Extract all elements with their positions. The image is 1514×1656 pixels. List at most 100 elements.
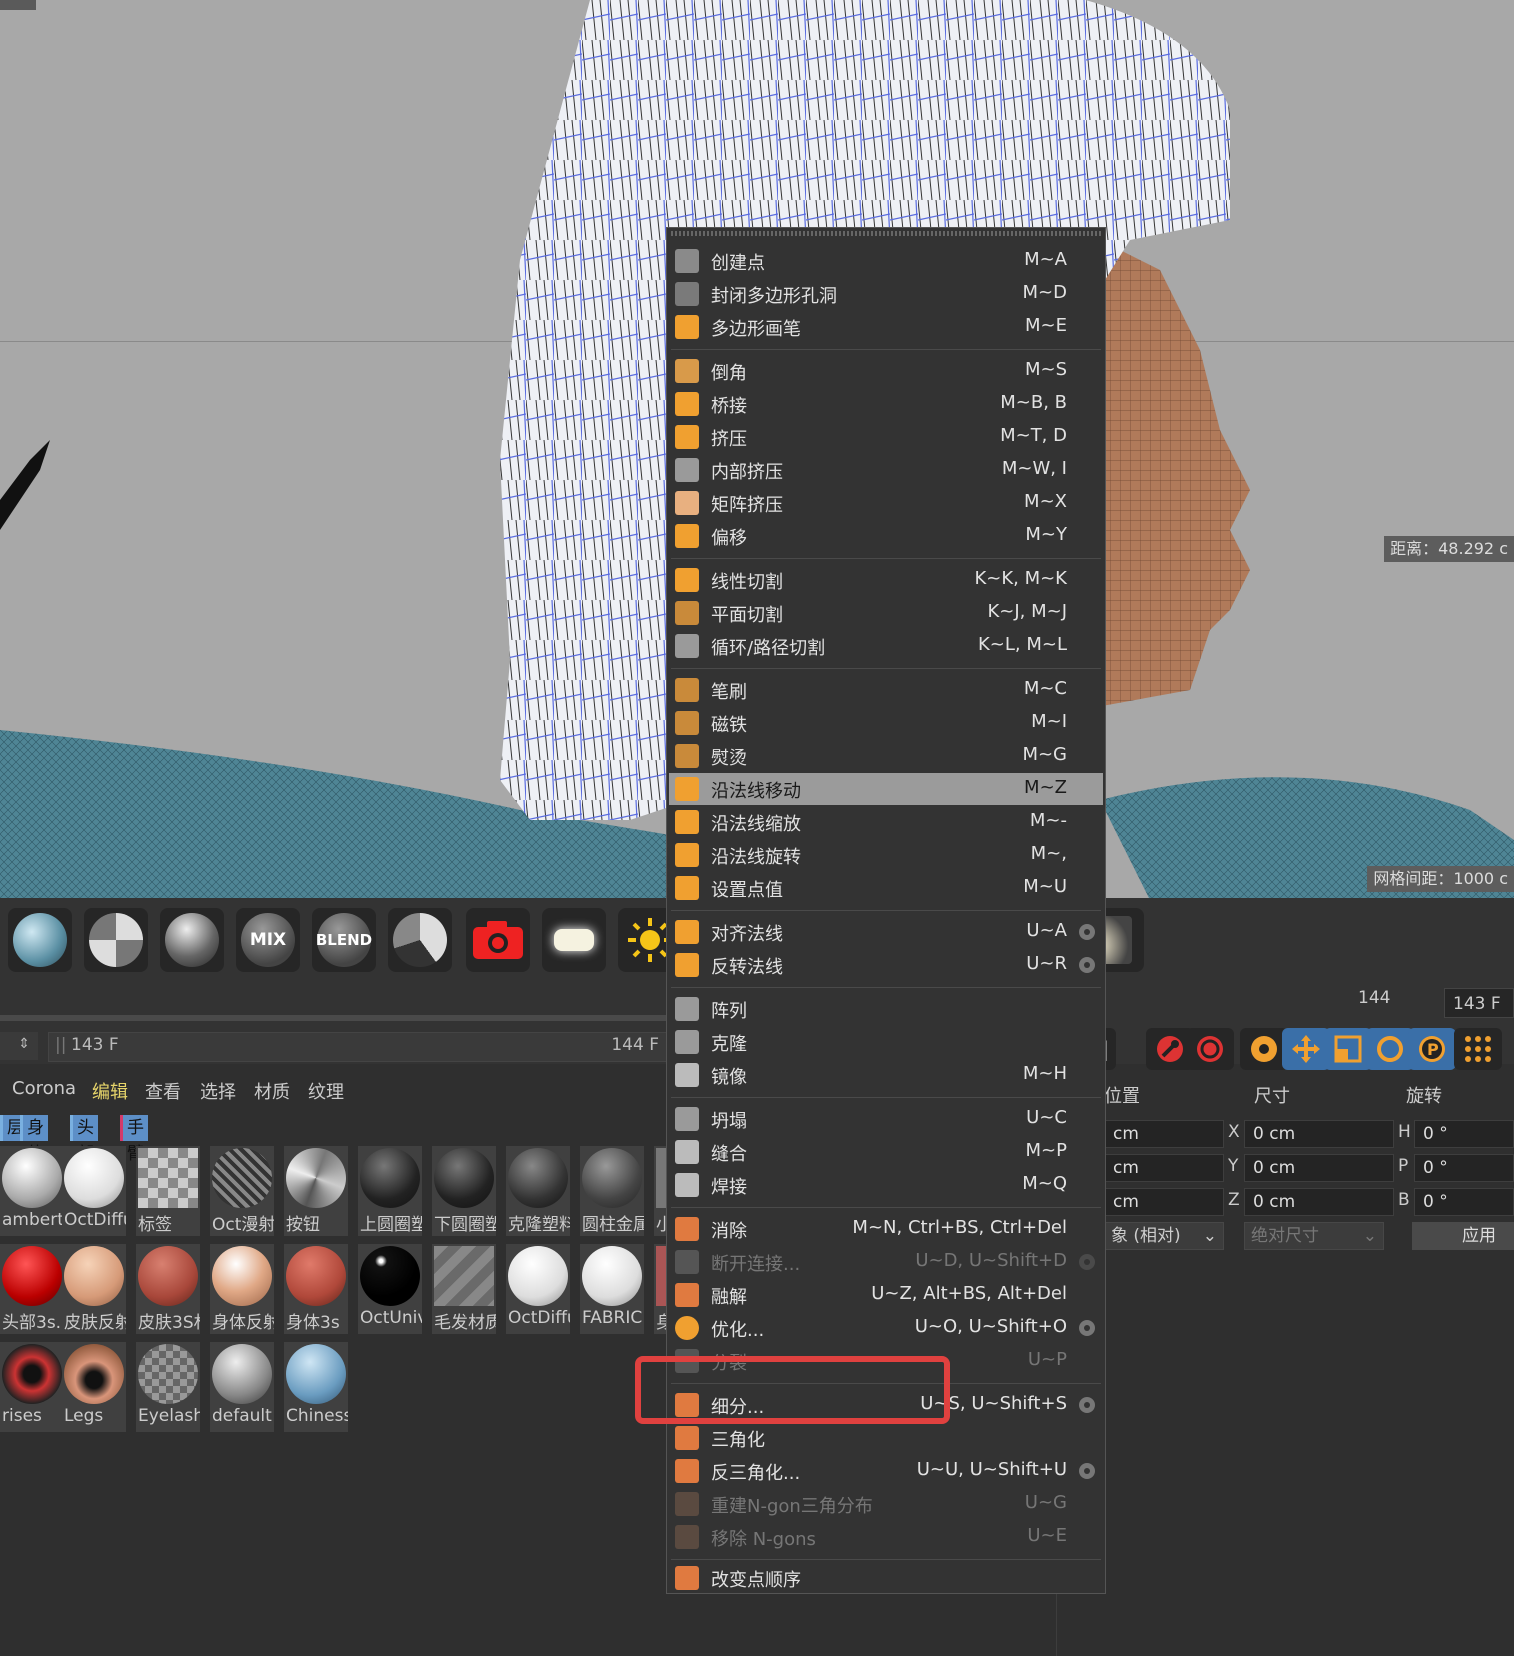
move-key-button[interactable] — [1282, 1028, 1330, 1070]
material-swatch[interactable]: 皮肤反射 — [62, 1244, 126, 1334]
material-swatch[interactable]: 毛发材质 — [432, 1244, 496, 1334]
menu-item-set-point-value[interactable]: 设置点值 M~U — [669, 872, 1103, 904]
current-frame-field[interactable]: 143 F — [1444, 988, 1514, 1018]
menu-item-normal-scale[interactable]: 沿法线缩放 M~- — [669, 806, 1103, 838]
menu-item-change-point-order[interactable]: 改变点顺序 — [669, 1562, 1103, 1594]
menu-item-polygon-pen[interactable]: 多边形画笔 M~E — [669, 311, 1103, 343]
rotation-p-field[interactable]: 0 ° — [1414, 1154, 1514, 1182]
menu-edit[interactable]: 编辑 — [92, 1078, 128, 1104]
menu-item-dissolve[interactable]: 消除 M~N, Ctrl+BS, Ctrl+Del — [669, 1213, 1103, 1245]
menu-item-matrix-extrude[interactable]: 矩阵挤压 M~X — [669, 487, 1103, 519]
point-level-button[interactable] — [1454, 1028, 1502, 1070]
menu-item-mirror[interactable]: 镜像 M~H — [669, 1059, 1103, 1091]
gear-icon[interactable] — [1077, 1395, 1097, 1415]
size-y-field[interactable]: 0 cm — [1244, 1154, 1394, 1182]
menu-texture[interactable]: 纹理 — [308, 1078, 344, 1104]
mix-material-button[interactable]: MIX — [236, 908, 300, 972]
gear-icon[interactable] — [1077, 922, 1097, 942]
material-swatch[interactable]: 头部3s.1 — [0, 1244, 64, 1334]
material-swatch[interactable]: 克隆塑料 — [506, 1146, 570, 1236]
menu-item-clone[interactable]: 克隆 — [669, 1026, 1103, 1058]
menu-item-close-polygon-hole[interactable]: 封闭多边形孔洞 M~D — [669, 278, 1103, 310]
material-swatch[interactable]: default — [210, 1342, 274, 1432]
menu-item-extrude-inner[interactable]: 内部挤压 M~W, I — [669, 454, 1103, 486]
menu-item-align-normals[interactable]: 对齐法线 U~A — [669, 916, 1103, 948]
material-swatch[interactable]: 皮肤3S材 — [136, 1244, 200, 1334]
material-swatch[interactable]: ambert — [0, 1146, 64, 1236]
material-swatch[interactable]: 标签 — [136, 1146, 200, 1236]
material-swatch[interactable]: OctDiffu — [62, 1146, 126, 1236]
menu-item-bevel[interactable]: 倒角 M~S — [669, 355, 1103, 387]
blend-material-button[interactable]: BLEND — [312, 908, 376, 972]
material-swatch[interactable]: 按钮 — [284, 1146, 348, 1236]
keyframe-settings-button[interactable] — [1240, 1028, 1288, 1070]
checker-material-button[interactable] — [84, 908, 148, 972]
gear-icon[interactable] — [1077, 1252, 1097, 1272]
menu-item-offset[interactable]: 偏移 M~Y — [669, 520, 1103, 552]
material-swatch[interactable]: Legs — [62, 1342, 126, 1432]
menu-item-line-cut[interactable]: 线性切割 K~K, M~K — [669, 564, 1103, 596]
material-swatch[interactable]: rises — [0, 1342, 64, 1432]
menu-item-brush[interactable]: 笔刷 M~C — [669, 674, 1103, 706]
gear-icon[interactable] — [1077, 1318, 1097, 1338]
material-swatch[interactable]: 下圆圈塑 — [432, 1146, 496, 1236]
material-swatch[interactable]: Oct漫射 — [210, 1146, 274, 1236]
menu-corona[interactable]: Corona — [12, 1078, 76, 1099]
material-swatch[interactable]: OctUniv — [358, 1244, 422, 1334]
glass-material-button[interactable] — [8, 908, 72, 972]
material-swatch[interactable]: Eyelashe — [136, 1342, 200, 1432]
rotation-h-field[interactable]: 0 ° — [1414, 1120, 1514, 1148]
camera-button[interactable] — [466, 908, 530, 972]
menu-item-reverse-normals[interactable]: 反转法线 U~R — [669, 949, 1103, 981]
menu-item-remove-ngons[interactable]: 移除 N-gons U~E — [669, 1521, 1103, 1553]
menu-item-untriangulate[interactable]: 反三角化... U~U, U~Shift+U — [669, 1455, 1103, 1487]
position-y-field[interactable]: cm — [1104, 1154, 1224, 1182]
layered-material-button[interactable] — [388, 908, 452, 972]
menu-item-disconnect[interactable]: 断开连接... U~D, U~Shift+D — [669, 1246, 1103, 1278]
menu-item-retriangulate-ngons[interactable]: 重建N-gon三角分布 U~G — [669, 1488, 1103, 1520]
layer-tab[interactable]: 身体 — [20, 1115, 48, 1164]
material-swatch[interactable]: 身体反射 — [210, 1244, 274, 1334]
rotation-b-field[interactable]: 0 ° — [1414, 1188, 1514, 1216]
menu-item-normal-rotate[interactable]: 沿法线旋转 M~, — [669, 839, 1103, 871]
coordinate-mode-dropdown[interactable]: 象 (相对) ⌄ — [1104, 1222, 1224, 1250]
material-swatch[interactable]: 上圆圈塑 — [358, 1146, 422, 1236]
menu-item-extrude[interactable]: 挤压 M~T, D — [669, 421, 1103, 453]
menu-tearoff-grip[interactable] — [671, 231, 1101, 236]
menu-item-stitch[interactable]: 缝合 M~P — [669, 1136, 1103, 1168]
material-swatch[interactable]: OctDiffu — [506, 1244, 570, 1334]
size-z-field[interactable]: 0 cm — [1244, 1188, 1394, 1216]
menu-item-array[interactable]: 阵列 — [669, 993, 1103, 1025]
menu-item-triangulate[interactable]: 三角化 — [669, 1422, 1103, 1454]
menu-item-create-point[interactable]: 创建点 M~A — [669, 245, 1103, 277]
menu-item-plane-cut[interactable]: 平面切割 K~J, M~J — [669, 597, 1103, 629]
material-swatch[interactable]: Chiness — [284, 1342, 348, 1432]
menu-item-collapse[interactable]: 坍塌 U~C — [669, 1103, 1103, 1135]
menu-item-loop-path-cut[interactable]: 循环/路径切割 K~L, M~L — [669, 630, 1103, 662]
position-x-field[interactable]: cm — [1104, 1120, 1224, 1148]
menu-item-melt[interactable]: 融解 U~Z, Alt+BS, Alt+Del — [669, 1279, 1103, 1311]
menu-select[interactable]: 选择 — [200, 1078, 236, 1104]
timeline-track[interactable] — [0, 1015, 670, 1021]
param-key-button[interactable]: P — [1408, 1028, 1456, 1070]
menu-item-optimize[interactable]: 优化... U~O, U~Shift+O — [669, 1312, 1103, 1344]
frame-range-bar[interactable]: || 143 F 144 F — [48, 1032, 670, 1062]
scale-key-button[interactable] — [1324, 1028, 1372, 1070]
gear-icon[interactable] — [1077, 1461, 1097, 1481]
apply-button[interactable]: 应用 — [1412, 1222, 1514, 1250]
chrome-material-button[interactable] — [160, 908, 224, 972]
menu-item-magnet[interactable]: 磁铁 M~I — [669, 707, 1103, 739]
menu-material[interactable]: 材质 — [254, 1078, 290, 1104]
layer-tab[interactable]: 头部 — [70, 1115, 98, 1164]
layer-tab[interactable]: 手臂 — [120, 1115, 148, 1164]
rotate-key-button[interactable] — [1366, 1028, 1414, 1070]
material-swatch[interactable]: 圆柱金属 — [580, 1146, 644, 1236]
area-light-button[interactable] — [542, 908, 606, 972]
menu-item-normal-move[interactable]: 沿法线移动 M~Z — [669, 773, 1103, 805]
gear-icon[interactable] — [1077, 955, 1097, 975]
menu-item-weld[interactable]: 焊接 M~Q — [669, 1169, 1103, 1201]
material-swatch[interactable]: 身体3s — [284, 1244, 348, 1334]
size-mode-dropdown[interactable]: 绝对尺寸 ⌄ — [1244, 1222, 1384, 1250]
frame-spinner[interactable]: ⇕ — [0, 1032, 38, 1060]
menu-item-bridge[interactable]: 桥接 M~B, B — [669, 388, 1103, 420]
